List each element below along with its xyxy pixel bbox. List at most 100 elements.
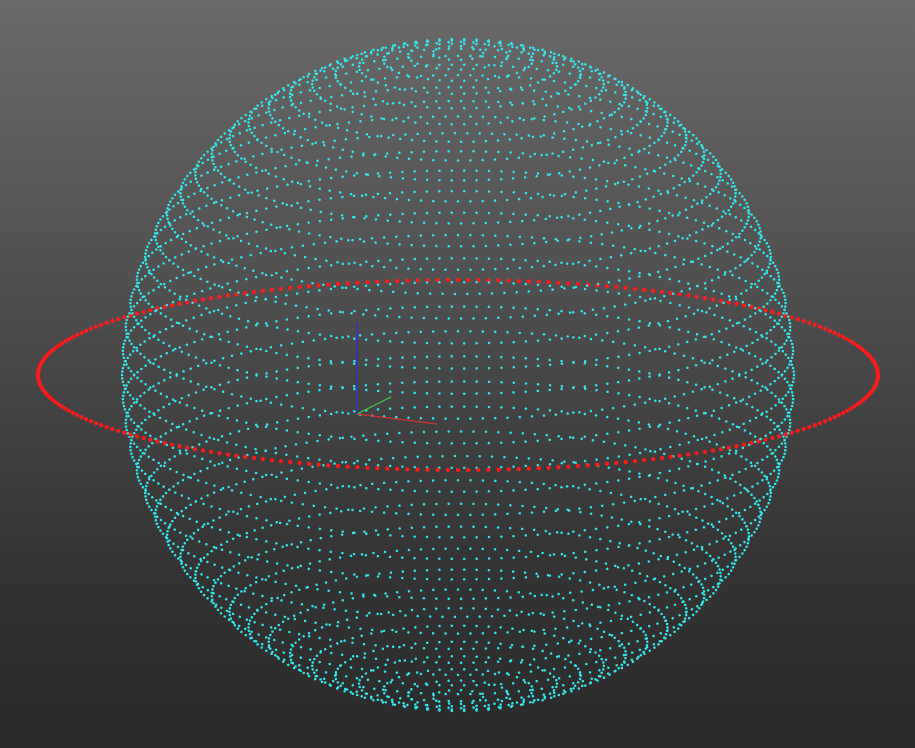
- sphere-particle: [329, 362, 333, 365]
- sphere-particle: [578, 677, 582, 681]
- sphere-particle: [487, 341, 491, 345]
- sphere-particle: [253, 126, 256, 129]
- sphere-particle: [657, 425, 660, 428]
- sphere-particle: [283, 495, 287, 499]
- sphere-particle: [500, 406, 503, 409]
- sphere-particle: [407, 480, 410, 483]
- sphere-particle: [459, 502, 463, 505]
- sphere-particle: [212, 228, 215, 231]
- sphere-particle: [600, 242, 604, 246]
- ring-particle: [823, 326, 828, 331]
- sphere-particle: [297, 517, 301, 520]
- sphere-particle: [286, 130, 290, 133]
- sphere-particle: [739, 399, 742, 403]
- sphere-particle: [529, 58, 532, 62]
- sphere-particle: [653, 101, 656, 104]
- sphere-particle: [524, 534, 527, 537]
- sphere-particle: [557, 592, 560, 596]
- sphere-particle: [527, 290, 531, 293]
- sphere-particle: [673, 590, 676, 593]
- sphere-particle: [617, 355, 620, 358]
- sphere-particle: [687, 130, 691, 134]
- sphere-particle: [425, 577, 429, 581]
- sphere-particle: [778, 428, 781, 432]
- sphere-particle: [358, 68, 361, 72]
- sphere-particle: [723, 194, 726, 197]
- sphere-particle: [577, 642, 581, 645]
- ring-particle: [749, 440, 754, 446]
- sphere-particle: [695, 610, 698, 613]
- sphere-particle: [237, 185, 241, 188]
- sphere-particle: [677, 467, 681, 470]
- sphere-particle: [120, 370, 124, 373]
- sphere-particle: [341, 195, 344, 199]
- sphere-particle: [299, 564, 303, 568]
- sphere-particle: [792, 373, 796, 377]
- sphere-particle: [578, 168, 582, 171]
- sphere-particle: [432, 547, 435, 551]
- sphere-particle: [648, 136, 652, 139]
- sphere-particle: [708, 543, 711, 546]
- sphere-particle: [499, 441, 503, 444]
- sphere-particle: [383, 62, 386, 65]
- sphere-particle: [212, 519, 215, 522]
- ring-particle: [84, 328, 89, 333]
- sphere-particle: [487, 380, 491, 384]
- sphere-particle: [512, 170, 515, 174]
- x-axis-line: [356, 413, 438, 425]
- sphere-particle: [135, 445, 139, 449]
- sphere-particle: [355, 57, 359, 60]
- sphere-particle: [299, 540, 303, 544]
- ring-back-particles: [36, 277, 881, 375]
- sphere-particle: [319, 536, 323, 540]
- sphere-particle: [741, 229, 744, 232]
- sphere-particle: [285, 353, 289, 357]
- sphere-particle: [548, 338, 552, 341]
- sphere-particle: [329, 645, 332, 648]
- sphere-particle: [247, 141, 251, 144]
- sphere-particle: [290, 246, 294, 249]
- sphere-particle: [179, 552, 182, 555]
- sphere-particle: [363, 51, 367, 54]
- sphere-particle: [353, 359, 356, 363]
- sphere-particle: [594, 219, 598, 223]
- sphere-particle: [373, 153, 377, 156]
- sphere-particle: [691, 613, 695, 617]
- sphere-particle: [578, 76, 582, 80]
- sphere-particle: [622, 567, 626, 570]
- sphere-particle: [328, 662, 331, 666]
- sphere-particle: [322, 140, 325, 144]
- sphere-particle: [777, 370, 780, 374]
- sphere-particle: [419, 589, 423, 592]
- sphere-particle: [772, 469, 776, 472]
- sphere-particle: [187, 551, 190, 555]
- sphere-particle: [642, 117, 645, 120]
- sphere-particle: [552, 58, 556, 61]
- sphere-particle: [627, 419, 630, 422]
- ring-particle: [651, 288, 656, 293]
- sphere-particle: [702, 411, 706, 415]
- sphere-particle: [221, 486, 225, 490]
- sphere-particle: [438, 211, 441, 215]
- 3d-viewport[interactable]: [0, 0, 915, 748]
- sphere-particle: [544, 104, 548, 107]
- sphere-particle: [210, 505, 213, 508]
- sphere-particle: [175, 321, 179, 324]
- sphere-particle: [447, 699, 450, 703]
- sphere-particle: [438, 624, 441, 628]
- sphere-particle: [402, 42, 406, 46]
- sphere-particle: [624, 653, 628, 656]
- sphere-particle: [583, 385, 587, 388]
- sphere-particle: [769, 252, 772, 255]
- sphere-particle: [395, 57, 399, 60]
- sphere-particle: [419, 513, 423, 516]
- ring-particle: [848, 406, 853, 411]
- sphere-particle: [705, 598, 708, 602]
- sphere-particle: [205, 543, 208, 546]
- sphere-particle: [773, 367, 776, 371]
- sphere-particle: [450, 107, 454, 110]
- sphere-particle: [590, 69, 594, 73]
- sphere-particle: [719, 575, 722, 578]
- sphere-particle: [307, 200, 310, 203]
- sphere-particle: [275, 370, 278, 373]
